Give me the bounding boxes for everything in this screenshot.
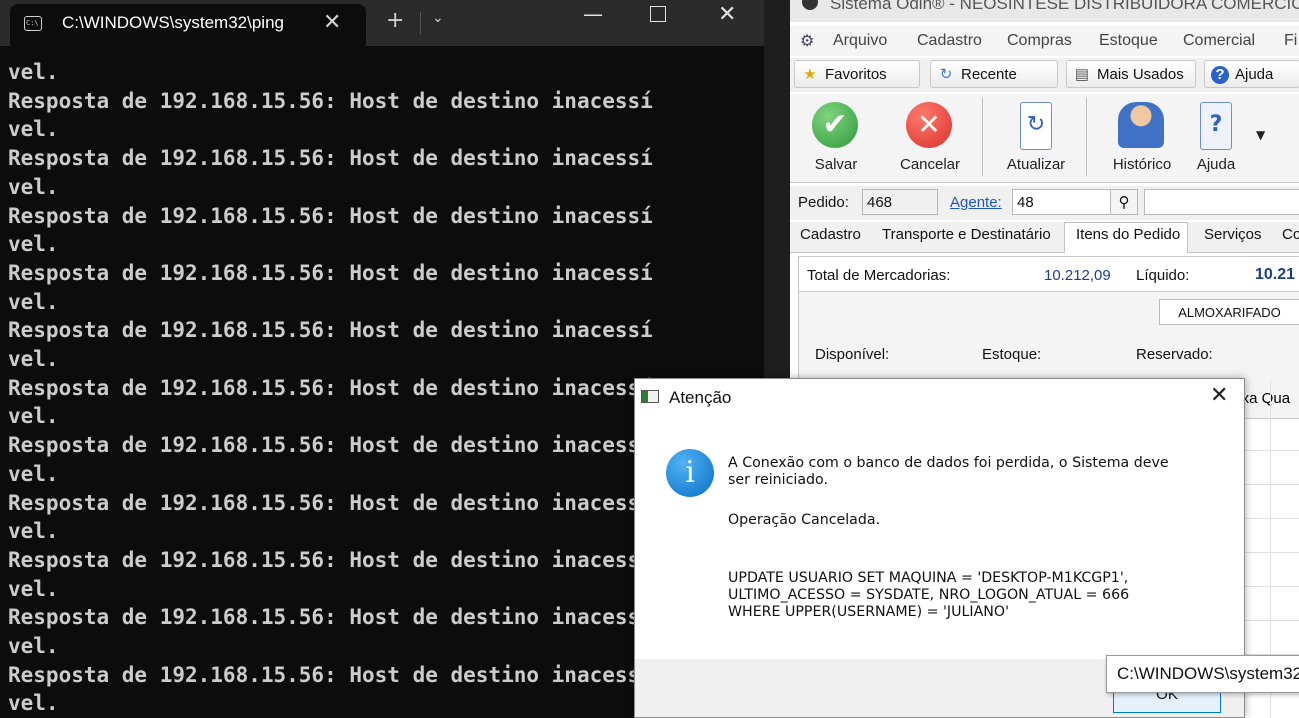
menu-app-icon: ⚙ <box>800 31 815 50</box>
pedido-label: Pedido: <box>798 194 849 211</box>
atualizar-label: Atualizar <box>1006 156 1066 173</box>
odin-app-icon <box>802 0 818 10</box>
ajuda-toolbar-label: Ajuda <box>1196 156 1236 173</box>
terminal-line: vel. <box>8 232 59 257</box>
dialog-body: i A Conexão com o banco de dados foi per… <box>635 415 1244 659</box>
window-close-button[interactable]: ✕ <box>718 2 736 27</box>
almoxarifado-field[interactable]: ALMOXARIFADO <box>1159 299 1299 325</box>
pedido-field[interactable]: 468 <box>862 189 938 215</box>
new-tab-button[interactable]: + <box>386 8 404 33</box>
terminal-line: Resposta de 192.168.15.56: Host de desti… <box>8 88 653 113</box>
menu-financeiro[interactable]: Fi <box>1284 32 1297 50</box>
cancelar-button[interactable]: ✕ Cancelar <box>892 100 968 180</box>
menu-compras[interactable]: Compras <box>1007 32 1072 50</box>
menu-estoque[interactable]: Estoque <box>1099 32 1158 50</box>
tab-servicos[interactable]: Serviços <box>1204 226 1262 243</box>
odin-title-bar: Sistema Odin® - NEOSINTESE DISTRIBUIDORA… <box>790 0 1299 22</box>
terminal-line: Resposta de 192.168.15.56: Host de desti… <box>8 203 653 228</box>
tab-itens-do-pedido[interactable]: Itens do Pedido <box>1076 226 1180 243</box>
tab-transporte[interactable]: Transporte e Destinatário <box>882 226 1051 243</box>
menu-comercial[interactable]: Comercial <box>1183 32 1255 50</box>
dialog-title: Atenção <box>669 388 732 407</box>
cancelar-label: Cancelar <box>899 156 961 173</box>
chevron-down-icon[interactable]: ⌄ <box>432 10 444 26</box>
info-icon: i <box>666 449 714 497</box>
check-icon: ✔ <box>812 102 858 148</box>
dialog-operation: Operação Cancelada. <box>728 512 881 528</box>
ajuda-fav-button[interactable]: ? Ajuda <box>1204 60 1299 88</box>
favorites-bar: ★ Favoritos ↻ Recente ▤ Mais Usados ? Aj… <box>790 58 1299 92</box>
liquido-value: 10.21 <box>1255 266 1296 283</box>
mais-usados-label: Mais Usados <box>1097 66 1184 83</box>
minimize-button[interactable]: — <box>583 2 603 26</box>
recent-icon: ↻ <box>939 66 953 83</box>
disponivel-label: Disponível: <box>815 346 890 363</box>
favoritos-button[interactable]: ★ Favoritos <box>794 60 920 88</box>
historico-button[interactable]: Histórico <box>1104 100 1180 180</box>
close-icon[interactable]: ✕ <box>323 10 341 35</box>
recente-button[interactable]: ↻ Recente <box>930 60 1058 88</box>
tab-cadastro[interactable]: Cadastro <box>800 226 861 243</box>
menu-bar: ⚙ Arquivo Cadastro Compras Estoque Comer… <box>790 26 1299 56</box>
terminal-line: vel. <box>8 174 59 199</box>
terminal-line: vel. <box>8 347 59 372</box>
dialog-sql: UPDATE USUARIO SET MAQUINA = 'DESKTOP-M1… <box>728 570 1130 620</box>
toolbar-divider <box>1086 98 1087 176</box>
info-glyph: i <box>685 455 695 490</box>
agente-field[interactable]: 48 <box>1012 189 1112 215</box>
terminal-line: vel. <box>8 60 59 84</box>
ajuda-fav-label: Ajuda <box>1235 66 1274 83</box>
help-document-icon: ? <box>1200 102 1232 150</box>
favoritos-label: Favoritos <box>825 66 887 83</box>
user-history-icon <box>1118 102 1164 148</box>
caret-down-icon[interactable]: ▼ <box>1256 128 1265 142</box>
terminal-line: vel. <box>8 117 59 142</box>
action-toolbar: ✔ Salvar ✕ Cancelar ↻ Atualizar Históric… <box>790 94 1299 183</box>
terminal-tab[interactable]: C:\ C:\WINDOWS\system32\ping ✕ <box>10 4 366 46</box>
recente-label: Recente <box>961 66 1017 83</box>
atualizar-button[interactable]: ↻ Atualizar <box>998 100 1074 180</box>
ajuda-toolbar-button[interactable]: ? Ajuda <box>1178 100 1254 180</box>
tab-divider <box>420 12 421 34</box>
toolbar-divider <box>982 98 983 176</box>
window-icon <box>641 390 659 403</box>
window-title: Sistema Odin® - NEOSINTESE DISTRIBUIDORA… <box>830 0 1299 13</box>
tab-strip: Cadastro Transporte e Destinatário Itens… <box>790 222 1299 253</box>
total-mercadorias-label: Total de Mercadorias: <box>807 267 951 284</box>
mais-usados-button[interactable]: ▤ Mais Usados <box>1066 60 1196 88</box>
terminal-line: Resposta de 192.168.15.56: Host de desti… <box>8 318 653 343</box>
terminal-line: Resposta de 192.168.15.56: Host de desti… <box>8 146 653 171</box>
maximize-button[interactable] <box>650 6 666 22</box>
terminal-tab-bar: C:\ C:\WINDOWS\system32\ping ✕ + ⌄ — ✕ <box>0 0 764 46</box>
agente-link[interactable]: Agente: <box>950 194 1002 211</box>
cancel-icon: ✕ <box>906 102 952 148</box>
terminal-icon: C:\ <box>24 16 42 31</box>
refresh-document-icon: ↻ <box>1020 102 1052 150</box>
dialog-message: A Conexão com o banco de dados foi perdi… <box>728 455 1169 488</box>
liquido-label: Líquido: <box>1136 267 1190 284</box>
menu-arquivo[interactable]: Arquivo <box>833 32 887 50</box>
search-icon[interactable]: ⚲ <box>1110 189 1138 215</box>
pedido-row: Pedido: 468 Agente: 48 ⚲ <box>790 186 1299 220</box>
help-icon: ? <box>1211 66 1229 84</box>
total-mercadorias-value: 10.212,09 <box>1044 267 1111 284</box>
star-icon: ★ <box>803 66 817 83</box>
terminal-line: vel. <box>8 289 59 314</box>
terminal-tab-title: C:\WINDOWS\system32\ping <box>62 13 284 32</box>
agente-name-field[interactable] <box>1144 189 1299 215</box>
menu-cadastro[interactable]: Cadastro <box>917 32 982 50</box>
salvar-label: Salvar <box>814 156 858 173</box>
tab-co[interactable]: Co <box>1282 226 1299 243</box>
chart-icon: ▤ <box>1074 66 1090 83</box>
reservado-label: Reservado: <box>1136 346 1213 363</box>
close-icon[interactable]: ✕ <box>1210 383 1228 408</box>
taskbar-tooltip: C:\WINDOWS\system32 <box>1106 655 1299 693</box>
salvar-button[interactable]: ✔ Salvar <box>798 100 874 180</box>
terminal-line: Resposta de 192.168.15.56: Host de desti… <box>8 260 653 285</box>
historico-label: Histórico <box>1112 156 1172 173</box>
estoque-label: Estoque: <box>982 346 1042 363</box>
